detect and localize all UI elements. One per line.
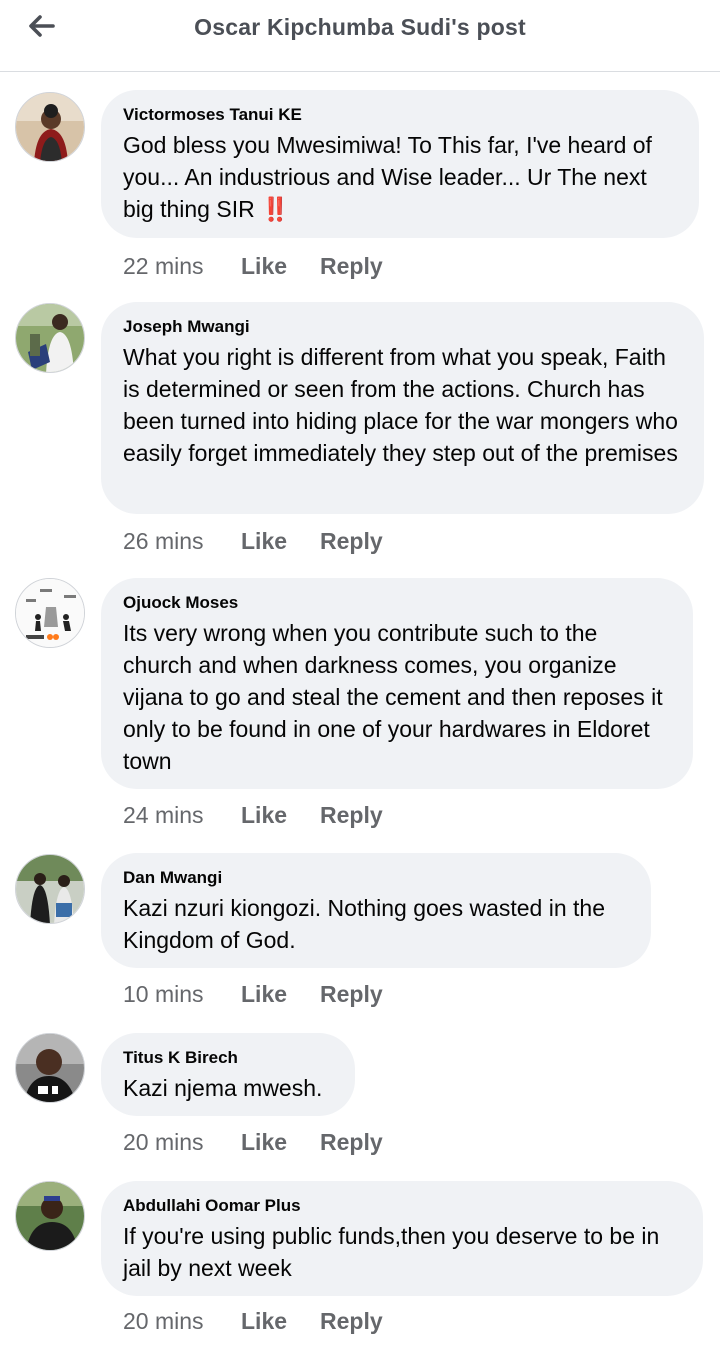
like-button[interactable]: Like (241, 1129, 320, 1156)
avatar[interactable] (15, 854, 85, 924)
comment-author[interactable]: Ojuock Moses (123, 592, 671, 614)
comment-text: Its very wrong when you contribute such … (123, 620, 663, 774)
reply-button[interactable]: Reply (320, 1129, 383, 1156)
avatar[interactable] (15, 1033, 85, 1103)
comment-actions: 26 mins Like Reply (123, 528, 383, 555)
avatar[interactable] (15, 1181, 85, 1251)
reply-button[interactable]: Reply (320, 802, 383, 829)
comment-timestamp[interactable]: 10 mins (123, 981, 241, 1008)
comment-text: If you're using public funds,then you de… (123, 1223, 660, 1281)
avatar[interactable] (15, 303, 85, 373)
comment-actions: 10 mins Like Reply (123, 981, 383, 1008)
like-button[interactable]: Like (241, 528, 320, 555)
reply-button[interactable]: Reply (320, 253, 383, 280)
reply-button[interactable]: Reply (320, 981, 383, 1008)
comment-bubble[interactable]: Dan Mwangi Kazi nzuri kiongozi. Nothing … (101, 853, 651, 968)
comment-bubble[interactable]: Titus K Birech Kazi njema mwesh. (101, 1033, 355, 1116)
comment-text-body: God bless you Mwesimiwa! To This far, I'… (123, 132, 652, 222)
comment-text: Kazi njema mwesh. (123, 1075, 323, 1101)
comment-bubble[interactable]: Joseph Mwangi What you right is differen… (101, 302, 704, 514)
comment-actions: 22 mins Like Reply (123, 253, 383, 280)
comment-author[interactable]: Dan Mwangi (123, 867, 629, 889)
like-button[interactable]: Like (241, 802, 320, 829)
comment-bubble[interactable]: Victormoses Tanui KE God bless you Mwesi… (101, 90, 699, 238)
comment-actions: 24 mins Like Reply (123, 802, 383, 829)
comment-timestamp[interactable]: 20 mins (123, 1129, 241, 1156)
comment-actions: 20 mins Like Reply (123, 1308, 383, 1335)
avatar[interactable] (15, 578, 85, 648)
reply-button[interactable]: Reply (320, 528, 383, 555)
reply-button[interactable]: Reply (320, 1308, 383, 1335)
like-button[interactable]: Like (241, 1308, 320, 1335)
comment-timestamp[interactable]: 20 mins (123, 1308, 241, 1335)
comment-author[interactable]: Titus K Birech (123, 1047, 333, 1069)
avatar[interactable] (15, 92, 85, 162)
comment-bubble[interactable]: Abdullahi Oomar Plus If you're using pub… (101, 1181, 703, 1296)
comment-author[interactable]: Abdullahi Oomar Plus (123, 1195, 681, 1217)
comment-timestamp[interactable]: 24 mins (123, 802, 241, 829)
comment-actions: 20 mins Like Reply (123, 1129, 383, 1156)
top-bar: Oscar Kipchumba Sudi's post (0, 0, 720, 72)
comment-timestamp[interactable]: 22 mins (123, 253, 241, 280)
comment-author[interactable]: Joseph Mwangi (123, 316, 682, 338)
comment-bubble[interactable]: Ojuock Moses Its very wrong when you con… (101, 578, 693, 789)
comment-text: What you right is different from what yo… (123, 344, 678, 466)
like-button[interactable]: Like (241, 253, 320, 280)
comment-author[interactable]: Victormoses Tanui KE (123, 104, 677, 126)
like-button[interactable]: Like (241, 981, 320, 1008)
comment-text: God bless you Mwesimiwa! To This far, I'… (123, 129, 677, 225)
comment-text: Kazi nzuri kiongozi. Nothing goes wasted… (123, 895, 606, 953)
comment-timestamp[interactable]: 26 mins (123, 528, 241, 555)
double-exclamation-emoji: ‼️ (261, 196, 290, 222)
post-title: Oscar Kipchumba Sudi's post (194, 14, 526, 40)
